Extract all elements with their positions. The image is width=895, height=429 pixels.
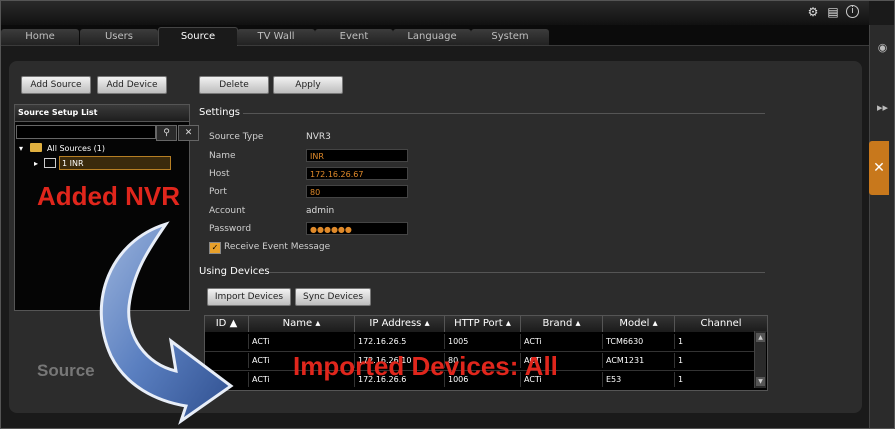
eye-icon[interactable]: ◉ [870,41,894,54]
column-header-model[interactable]: Model ▴ [603,316,675,332]
tab-language[interactable]: Language [393,29,471,45]
host-label: Host [209,169,230,179]
tab-source[interactable]: Source [158,27,238,46]
source-list-title: Source Setup List [15,105,189,122]
tree-root-all-sources[interactable]: All Sources (1) [47,144,105,153]
document-icon[interactable]: ▤ [826,5,840,19]
source-search-input[interactable] [16,125,156,139]
tab-tv-wall[interactable]: TV Wall [237,29,315,45]
table-cell-brand[interactable]: ACTi [521,334,603,349]
settings-divider [243,113,765,114]
top-bar: ⚙ ▤ i [1,1,869,25]
column-header-channel[interactable]: Channel [675,316,767,332]
table-cell-model[interactable]: TCM6630 [603,334,675,349]
port-field[interactable]: 80 [306,185,408,198]
column-header-http-port[interactable]: HTTP Port ▴ [445,316,521,332]
add-source-button[interactable]: Add Source [21,76,91,94]
apply-button[interactable]: Apply [273,76,343,94]
scroll-up-icon[interactable]: ▲ [756,333,765,342]
gear-icon[interactable]: ⚙ [806,5,820,19]
table-cell-model[interactable]: ACM1231 [603,353,675,368]
tools-icon[interactable]: ✕ [869,141,889,195]
delete-button[interactable]: Delete [199,76,269,94]
table-cell-channel[interactable]: 1 [675,353,755,368]
expand-icon[interactable]: ▸▸ [870,101,894,114]
port-label: Port [209,187,227,197]
table-cell-channel[interactable]: 1 [675,334,755,349]
name-field[interactable]: INR [306,149,408,162]
table-cell-model[interactable]: E53 [603,372,675,387]
scroll-down-icon[interactable]: ▼ [756,377,765,386]
info-icon[interactable]: i [846,5,859,18]
folder-icon [30,143,42,152]
table-cell-channel[interactable]: 1 [675,372,755,387]
tab-event[interactable]: Event [315,29,393,45]
tree-node-1-inr[interactable]: 1 INR [59,156,171,170]
chevron-right-icon[interactable]: ▸ [34,159,38,168]
app-window: ⚙ ▤ i Home Users Source TV Wall Event La… [0,0,895,429]
source-type-label: Source Type [209,132,264,142]
tab-home[interactable]: Home [1,29,79,45]
host-field[interactable]: 172.16.26.67 [306,167,408,180]
table-cell-port[interactable]: 1005 [445,334,521,349]
annotation-arrow [99,221,234,425]
settings-title: Settings [199,107,241,118]
tab-system[interactable]: System [471,29,549,45]
column-header-brand[interactable]: Brand ▴ [521,316,603,332]
tab-users[interactable]: Users [80,29,158,45]
callout-added-nvr: Added NVR [37,181,180,211]
add-device-button[interactable]: Add Device [97,76,167,94]
callout-imported-devices: Imported Devices: All [293,351,558,381]
table-scrollbar[interactable]: ▲ ▼ [754,331,766,388]
annotation-arrow-shape [99,221,234,425]
search-icon[interactable]: ⚲ [156,125,177,141]
clear-icon[interactable]: ✕ [178,125,199,141]
main-tabs: Home Users Source TV Wall Event Language… [1,25,869,46]
nvr-device-icon [44,158,56,168]
right-side-strip: ◉ ▸▸ [869,25,894,428]
name-label: Name [209,151,236,161]
chevron-down-icon[interactable]: ▾ [19,144,23,153]
source-type-value: NVR3 [306,132,331,142]
